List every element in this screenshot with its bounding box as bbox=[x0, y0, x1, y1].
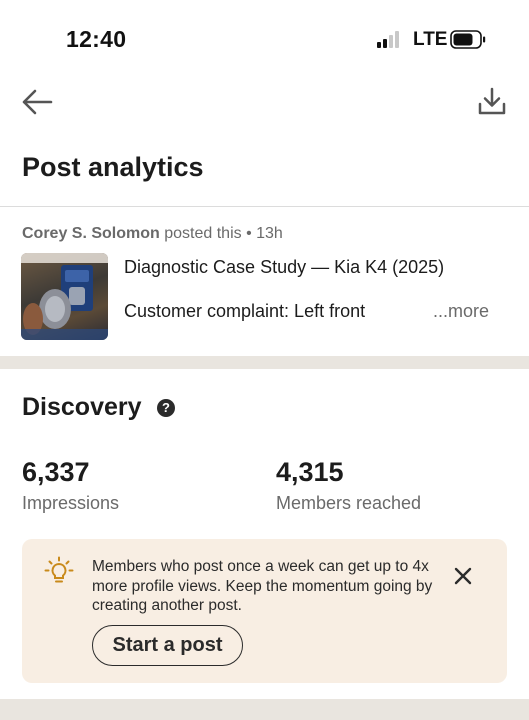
post-title[interactable]: Diagnostic Case Study — Kia K4 (2025) bbox=[124, 257, 444, 278]
post-meta: posted this • 13h bbox=[159, 225, 283, 242]
signal-strength-icon bbox=[377, 31, 403, 48]
post-author-line: Corey S. Solomon posted this • 13h bbox=[22, 225, 283, 243]
post-author-name[interactable]: Corey S. Solomon bbox=[22, 225, 160, 242]
network-type: LTE bbox=[413, 29, 448, 50]
post-snippet: Customer complaint: Left front bbox=[124, 301, 366, 321]
close-icon[interactable] bbox=[453, 566, 473, 586]
lightbulb-icon bbox=[44, 556, 74, 583]
section-separator bbox=[0, 356, 529, 369]
download-icon[interactable] bbox=[476, 86, 508, 118]
members-reached-value: 4,315 bbox=[276, 457, 344, 487]
impressions-value: 6,337 bbox=[22, 457, 90, 487]
discovery-heading: Discovery bbox=[22, 393, 142, 421]
top-nav bbox=[0, 80, 529, 124]
impressions-label: Impressions bbox=[22, 493, 120, 513]
status-bar: 12:40 LTE bbox=[0, 0, 529, 70]
members-reached-label: Members reached bbox=[276, 493, 422, 513]
arrow-left-icon[interactable] bbox=[20, 87, 54, 117]
see-more-link[interactable]: ...more bbox=[433, 301, 489, 322]
question-circle-icon[interactable]: ? bbox=[157, 399, 175, 417]
post-summary[interactable]: Corey S. Solomon posted this • 13h Diagn… bbox=[0, 207, 529, 356]
status-time: 12:40 bbox=[66, 26, 127, 52]
battery-icon bbox=[450, 30, 486, 49]
tip-message: Members who post once a week can get up … bbox=[92, 558, 433, 614]
start-a-post-button[interactable]: Start a post bbox=[92, 625, 243, 666]
page-title: Post analytics bbox=[22, 152, 204, 182]
tip-card: Members who post once a week can get up … bbox=[22, 539, 507, 683]
post-thumbnail[interactable] bbox=[21, 253, 108, 340]
section-separator bbox=[0, 699, 529, 720]
